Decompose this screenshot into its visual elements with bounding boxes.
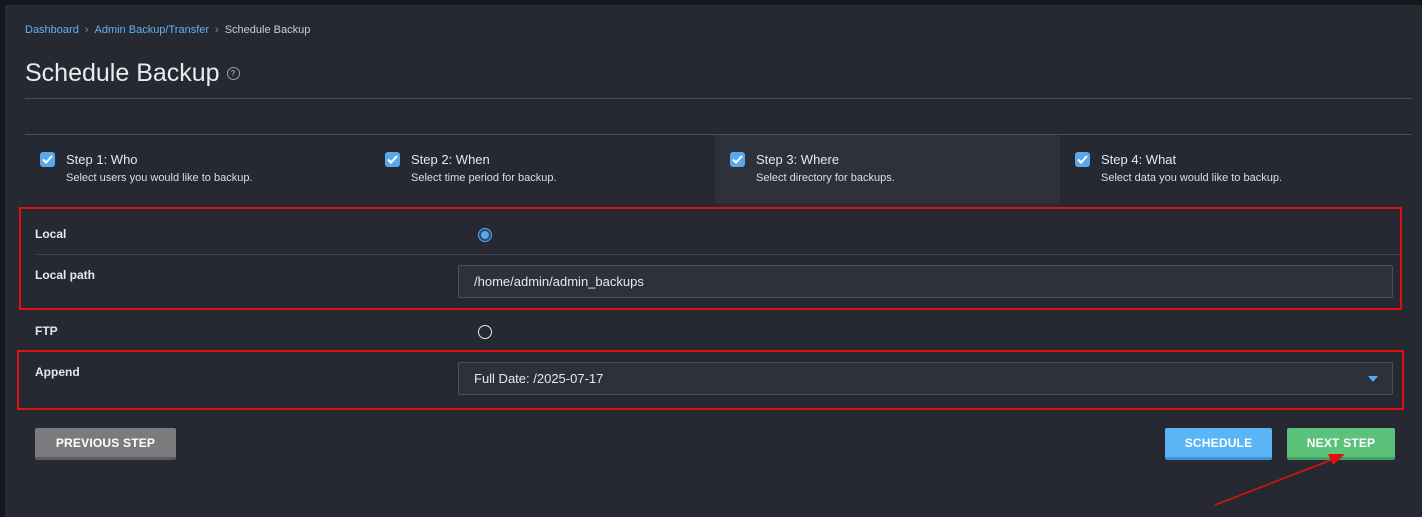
- annotation-arrow-icon: [1214, 454, 1345, 506]
- main-panel: Dashboard › Admin Backup/Transfer › Sche…: [5, 5, 1422, 517]
